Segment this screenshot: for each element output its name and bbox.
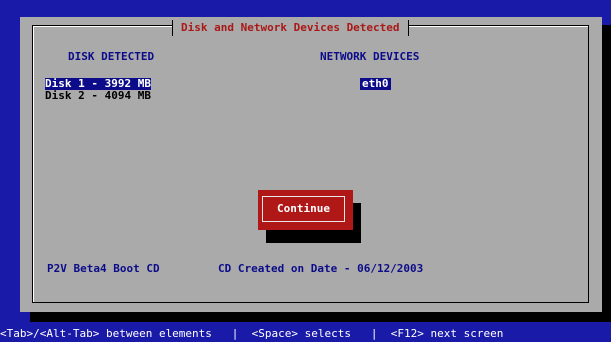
boot-cd-label: P2V Beta4 Boot CD — [47, 262, 160, 275]
keyboard-hint-bar: <Tab>/<Alt-Tab> between elements | <Spac… — [0, 325, 611, 342]
continue-button[interactable]: Continue — [258, 190, 353, 230]
cd-created-date: CD Created on Date - 06/12/2003 — [218, 262, 424, 275]
disk-list-item[interactable]: Disk 2 - 4094 MB — [45, 90, 151, 102]
dialog-shadow-right — [602, 25, 611, 322]
disk-detected-header: DISK DETECTED — [68, 50, 155, 63]
network-device-item[interactable]: eth0 — [360, 78, 391, 90]
dialog-title: Disk and Network Devices Detected — [172, 20, 409, 36]
dialog-shadow — [30, 312, 610, 322]
network-devices-header: NETWORK DEVICES — [320, 50, 420, 63]
continue-button-label: Continue — [262, 196, 345, 222]
